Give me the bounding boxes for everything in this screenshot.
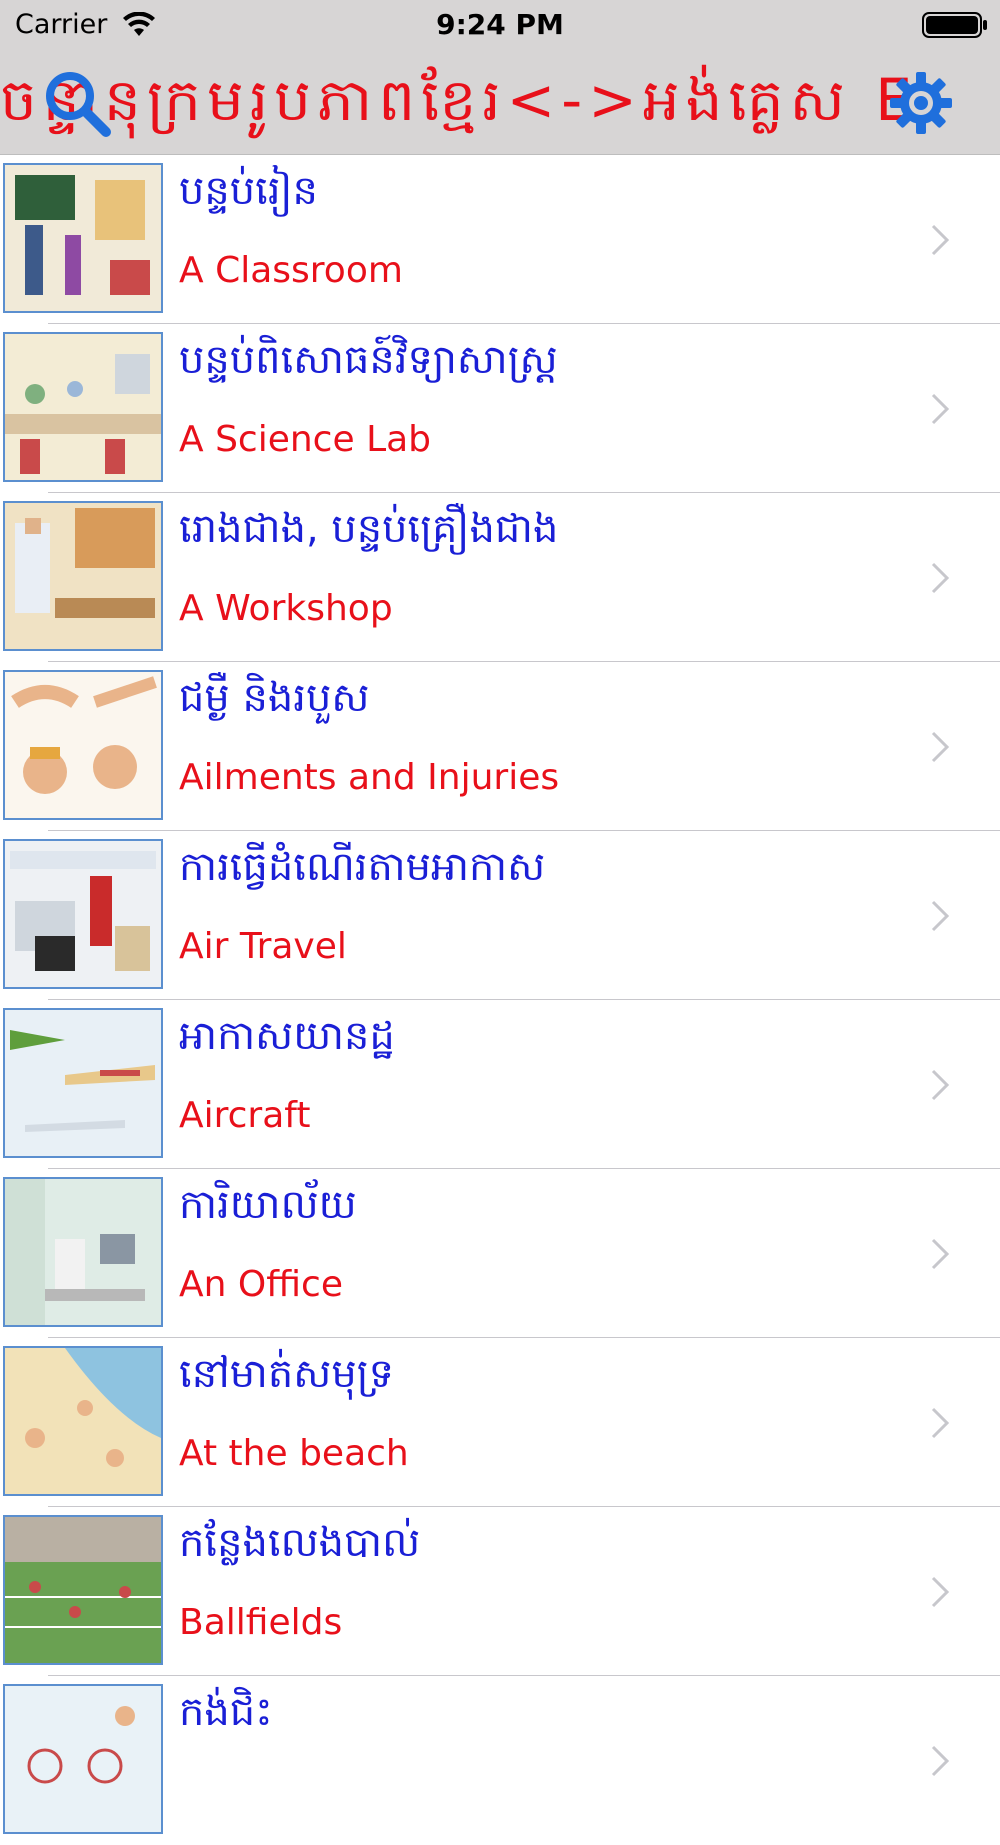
item-english-label: An Office xyxy=(179,1264,343,1305)
item-english-label: Aircraft xyxy=(179,1095,311,1136)
chevron-right-icon xyxy=(931,1407,950,1439)
list-item[interactable]: រោងជាង, បន្ទប់គ្រឿងជាង A Workshop xyxy=(0,493,1000,662)
chevron-right-icon xyxy=(931,900,950,932)
list-item[interactable]: ការធ្វើដំណើរតាមអាកាស Air Travel xyxy=(0,831,1000,1000)
beach-thumbnail xyxy=(3,1346,163,1496)
item-english-label: Ailments and Injuries xyxy=(179,757,560,798)
chevron-right-icon xyxy=(931,1745,950,1777)
item-khmer-label: រោងជាង, បន្ទប់គ្រឿងជាង xyxy=(179,506,559,552)
ballfields-thumbnail xyxy=(3,1515,163,1665)
status-bar: Carrier 9:24 PM xyxy=(0,0,1000,50)
list-item[interactable]: ការិយាល័យ An Office xyxy=(0,1169,1000,1338)
list-item[interactable]: កង់ជិះ xyxy=(0,1676,1000,1845)
chevron-right-icon xyxy=(931,224,950,256)
item-english-label: Ballfields xyxy=(179,1602,343,1643)
chevron-right-icon xyxy=(931,1238,950,1270)
title-bar: ចន្ទានុក្រមរូបភាពខ្មែរ<->អង់គ្លេស E xyxy=(0,50,1000,155)
item-khmer-label: បន្ទប់រៀន xyxy=(179,168,318,214)
air-travel-thumbnail xyxy=(3,839,163,989)
item-khmer-label: ជម្ងឺ និងរបួស xyxy=(179,675,370,721)
aircraft-thumbnail xyxy=(3,1008,163,1158)
ailments-thumbnail xyxy=(3,670,163,820)
item-khmer-label: នៅមាត់សមុទ្រ xyxy=(179,1351,395,1397)
item-khmer-label: កង់ជិះ xyxy=(179,1689,273,1735)
chevron-right-icon xyxy=(931,1069,950,1101)
list-item[interactable]: កន្លែងលេងបាល់ Ballfields xyxy=(0,1507,1000,1676)
status-time: 9:24 PM xyxy=(436,8,564,41)
list-item[interactable]: នៅមាត់សមុទ្រ At the beach xyxy=(0,1338,1000,1507)
app-title: ចន្ទានុក្រមរូបភាពខ្មែរ<->អង់គ្លេស E xyxy=(0,66,918,134)
item-english-label: Air Travel xyxy=(179,926,347,967)
list-item[interactable]: អាកាសយានដ្ឋ Aircraft xyxy=(0,1000,1000,1169)
workshop-thumbnail xyxy=(3,501,163,651)
item-khmer-label: ការិយាល័យ xyxy=(179,1182,357,1228)
science-lab-thumbnail xyxy=(3,332,163,482)
item-khmer-label: ការធ្វើដំណើរតាមអាកាស xyxy=(179,844,546,890)
list-item[interactable]: បន្ទប់ពិសោធន៍វិទ្យាសាស្ត្រ A Science Lab xyxy=(0,324,1000,493)
battery-icon xyxy=(922,12,987,38)
list-item[interactable]: បន្ទប់រៀន A Classroom xyxy=(0,155,1000,324)
category-list: បន្ទប់រៀន A Classroom បន្ទប់ពិសោធន៍វិទ្យ… xyxy=(0,155,1000,1845)
item-khmer-label: កន្លែងលេងបាល់ xyxy=(179,1520,421,1566)
item-khmer-label: អាកាសយានដ្ឋ xyxy=(179,1013,395,1059)
chevron-right-icon xyxy=(931,562,950,594)
item-english-label: A Science Lab xyxy=(179,419,432,460)
gear-icon[interactable] xyxy=(888,70,954,136)
item-english-label: A Classroom xyxy=(179,250,403,291)
chevron-right-icon xyxy=(931,393,950,425)
bicycle-thumbnail xyxy=(3,1684,163,1834)
classroom-thumbnail xyxy=(3,163,163,313)
office-thumbnail xyxy=(3,1177,163,1327)
item-english-label: At the beach xyxy=(179,1433,409,1474)
chevron-right-icon xyxy=(931,1576,950,1608)
item-khmer-label: បន្ទប់ពិសោធន៍វិទ្យាសាស្ត្រ xyxy=(179,337,558,383)
search-icon[interactable] xyxy=(42,68,112,138)
item-english-label: A Workshop xyxy=(179,588,393,629)
list-item[interactable]: ជម្ងឺ និងរបួស Ailments and Injuries xyxy=(0,662,1000,831)
chevron-right-icon xyxy=(931,731,950,763)
